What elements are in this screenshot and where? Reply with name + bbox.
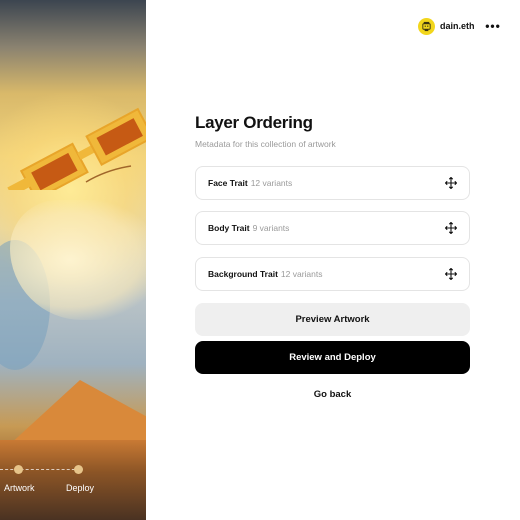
- trait-row-body[interactable]: Body Trait 9 variants: [195, 211, 470, 245]
- trait-name: Body Trait: [208, 223, 250, 233]
- step-label-deploy[interactable]: Deploy: [66, 483, 94, 493]
- progress-stepper: Artwork Deploy: [0, 462, 146, 502]
- drag-move-icon[interactable]: [445, 268, 457, 280]
- trait-variant-count: 9 variants: [252, 223, 290, 233]
- step-label-artwork[interactable]: Artwork: [4, 483, 35, 493]
- trait-variant-count: 12 variants: [250, 178, 293, 188]
- page-subtitle: Metadata for this collection of artwork: [195, 139, 336, 149]
- drag-move-icon[interactable]: [445, 177, 457, 189]
- step-dot-artwork[interactable]: [14, 465, 23, 474]
- username-label: dain.eth: [440, 21, 475, 31]
- stepper-line: [0, 469, 80, 470]
- review-and-deploy-button[interactable]: Review and Deploy: [195, 341, 470, 374]
- trait-name: Background Trait: [208, 269, 278, 279]
- trait-row-face[interactable]: Face Trait 12 variants: [195, 166, 470, 200]
- trait-variant-count: 12 variants: [280, 269, 323, 279]
- trait-row-background[interactable]: Background Trait 12 variants: [195, 257, 470, 291]
- page-title: Layer Ordering: [195, 113, 313, 132]
- drag-move-icon[interactable]: [445, 222, 457, 234]
- step-dot-deploy[interactable]: [74, 465, 83, 474]
- preview-artwork-button[interactable]: Preview Artwork: [195, 303, 470, 336]
- go-back-button[interactable]: Go back: [195, 380, 470, 408]
- artwork-preview-panel: Artwork Deploy: [0, 0, 146, 520]
- user-account-chip[interactable]: dain.eth: [418, 16, 475, 36]
- robot-avatar-icon: [418, 17, 435, 35]
- pixel-glasses-artwork: [7, 107, 146, 190]
- trait-text: Face Trait 12 variants: [208, 178, 292, 188]
- trait-name: Face Trait: [208, 178, 248, 188]
- more-horizontal-icon[interactable]: •••: [484, 16, 502, 36]
- trait-text: Body Trait 9 variants: [208, 223, 289, 233]
- trait-text: Background Trait 12 variants: [208, 269, 323, 279]
